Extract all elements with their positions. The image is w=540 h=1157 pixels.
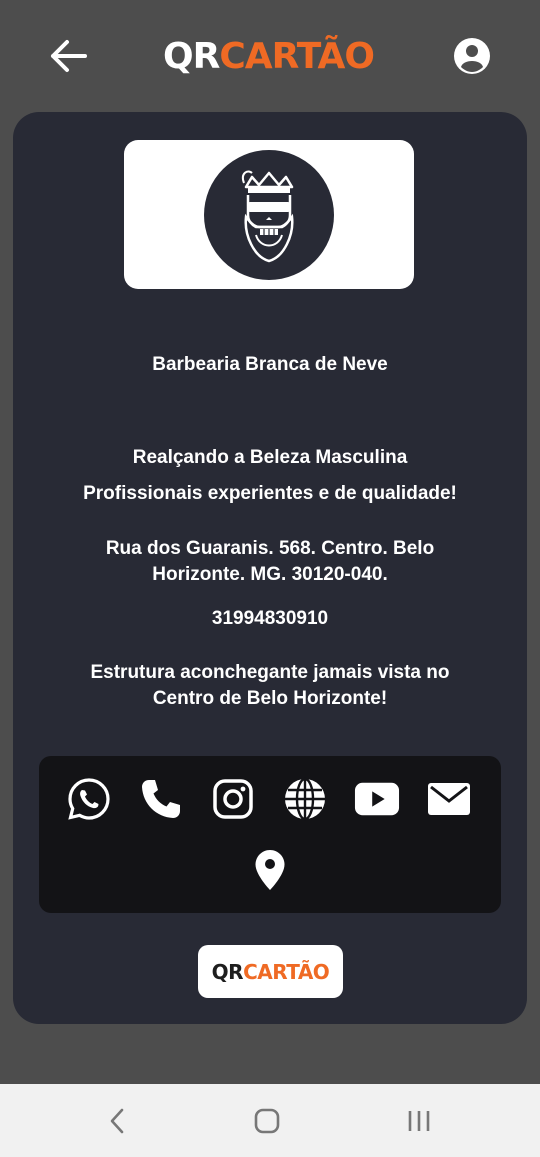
instagram-icon (213, 779, 253, 819)
business-logo (124, 140, 414, 289)
system-back-button[interactable] (94, 1098, 140, 1144)
back-chevron-icon (110, 1108, 124, 1134)
footer-brand-logo[interactable]: QR CARTÃO (198, 945, 343, 998)
youtube-button[interactable] (354, 776, 400, 822)
whatsapp-button[interactable] (66, 776, 112, 822)
business-card: Barbearia Branca de Neve Realçando a Bel… (13, 112, 527, 1024)
youtube-icon (354, 782, 400, 816)
business-phone: 31994830910 (211, 608, 329, 629)
phone-icon (142, 780, 180, 818)
system-home-button[interactable] (244, 1098, 290, 1144)
whatsapp-icon (68, 778, 110, 820)
website-button[interactable] (282, 776, 328, 822)
business-description: Estrutura aconchegante jamais vista no C… (90, 662, 450, 709)
arrow-left-icon (51, 40, 87, 72)
business-slogan: Realçando a Beleza Masculina (132, 447, 408, 468)
recent-apps-icon (408, 1111, 430, 1131)
email-icon (428, 783, 470, 815)
brand-logo: QR CARTÃO (163, 34, 375, 78)
bearded-skull-with-crown-logo (242, 169, 294, 262)
location-pin-icon (255, 850, 285, 890)
system-recent-apps-button[interactable] (396, 1098, 442, 1144)
location-button[interactable] (247, 847, 293, 893)
business-address: Rua dos Guaranis. 568. Centro. Belo Hori… (105, 538, 435, 585)
back-button[interactable] (46, 34, 90, 78)
business-subtitle: Profissionais experientes e de qualidade… (83, 483, 457, 504)
account-circle-icon (454, 38, 490, 74)
footer-brand-qr: QR (211, 959, 244, 984)
contact-links-panel (39, 756, 501, 913)
system-navigation-bar (0, 1084, 540, 1157)
home-icon (254, 1108, 280, 1134)
phone-button[interactable] (138, 776, 184, 822)
business-name: Barbearia Branca de Neve (152, 354, 388, 375)
instagram-button[interactable] (210, 776, 256, 822)
top-bar: QR CARTÃO (0, 0, 540, 112)
footer-brand-cartao: CARTÃO (243, 959, 330, 984)
brand-cartao: CARTÃO (219, 35, 375, 77)
logo-circle (204, 149, 334, 280)
brand-qr: QR (163, 35, 220, 77)
email-button[interactable] (426, 776, 472, 822)
globe-icon (285, 777, 325, 821)
profile-button[interactable] (450, 34, 494, 78)
